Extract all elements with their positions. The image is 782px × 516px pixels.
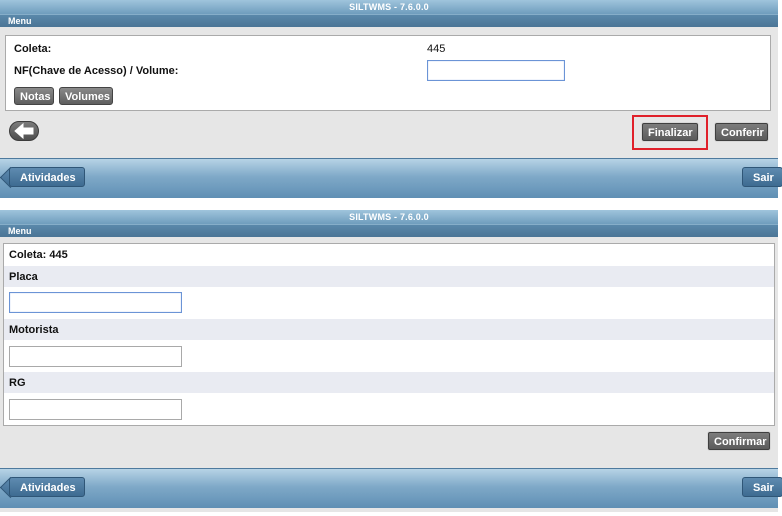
coleta-title: Coleta: 445 xyxy=(9,249,68,261)
motorista-label: Motorista xyxy=(9,324,59,336)
rg-input[interactable] xyxy=(9,399,182,420)
notas-button[interactable]: Notas xyxy=(14,87,54,105)
sair-button[interactable]: Sair xyxy=(742,477,782,497)
app-title: SILTWMS - 7.6.0.0 xyxy=(0,210,778,224)
coleta-screen: SILTWMS - 7.6.0.0 Menu Coleta: 445 NF(Ch… xyxy=(0,0,782,198)
back-button[interactable] xyxy=(9,121,39,141)
footer-bar: Atividades Sair xyxy=(0,158,782,198)
app-title: SILTWMS - 7.6.0.0 xyxy=(0,0,778,14)
menu-bar[interactable]: Menu xyxy=(0,14,778,27)
confirmar-button[interactable]: Confirmar xyxy=(708,432,770,450)
placa-row xyxy=(4,266,774,287)
nf-label: NF(Chave de Acesso) / Volume: xyxy=(14,65,179,77)
conferir-button[interactable]: Conferir xyxy=(715,123,768,141)
rg-label: RG xyxy=(9,377,26,389)
coleta-value: 445 xyxy=(427,43,446,55)
motorista-input[interactable] xyxy=(9,346,182,367)
menu-bar[interactable]: Menu xyxy=(0,224,778,237)
coleta-form-panel: Coleta: 445 NF(Chave de Acesso) / Volume… xyxy=(5,35,771,111)
sair-button[interactable]: Sair xyxy=(742,167,782,187)
atividades-button[interactable]: Atividades xyxy=(9,167,85,187)
coleta-label: Coleta: xyxy=(14,43,52,55)
nf-volume-input[interactable] xyxy=(427,60,565,81)
rg-row xyxy=(4,372,774,393)
dados-transporte-screen: SILTWMS - 7.6.0.0 Menu Coleta: 445 Placa… xyxy=(0,210,782,512)
finalizar-button[interactable]: Finalizar xyxy=(642,123,698,141)
left-arrow-icon xyxy=(14,122,34,140)
placa-label: Placa xyxy=(9,271,38,283)
volumes-button[interactable]: Volumes xyxy=(59,87,113,105)
footer-bar: Atividades Sair xyxy=(0,468,782,508)
placa-input[interactable] xyxy=(9,292,182,313)
motorista-row xyxy=(4,319,774,340)
atividades-button[interactable]: Atividades xyxy=(9,477,85,497)
